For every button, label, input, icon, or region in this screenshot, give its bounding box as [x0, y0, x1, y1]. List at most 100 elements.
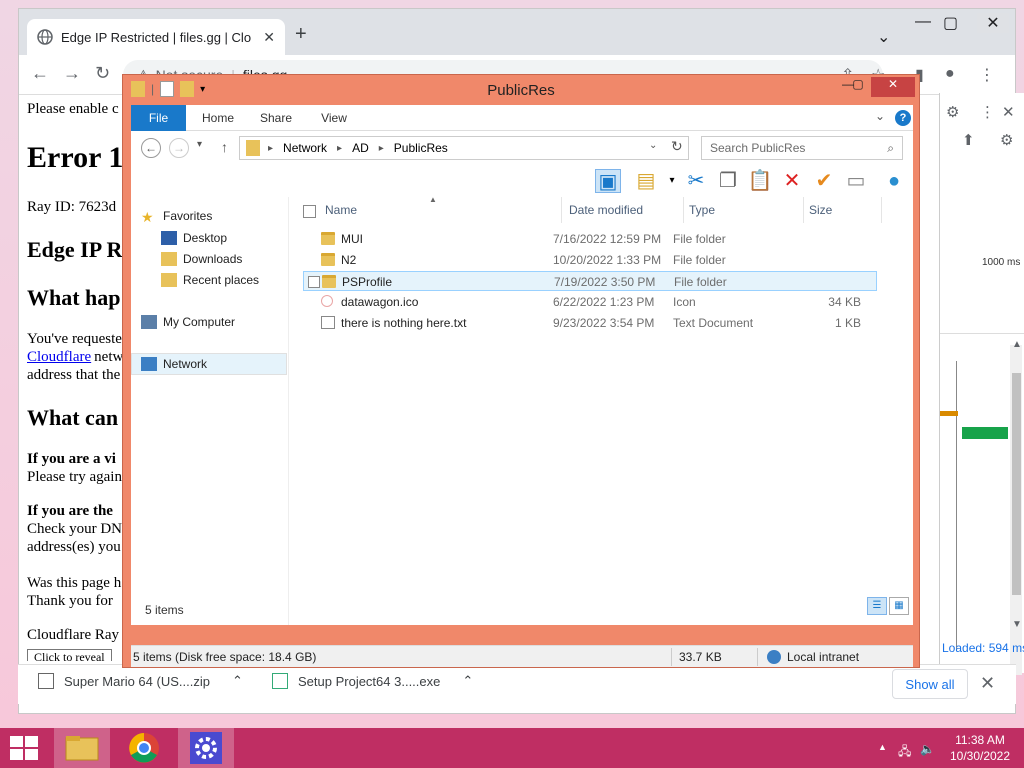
search-box[interactable]: Search PublicRes ⌕ — [701, 136, 903, 160]
column-header-type[interactable]: Type — [689, 203, 715, 217]
delete-icon[interactable]: ✕ — [779, 169, 805, 193]
explorer-titlebar[interactable]: | ▾ PublicRes — ▢ ✕ — [123, 75, 919, 105]
preview-pane-icon[interactable]: ▣ — [595, 169, 621, 193]
breadcrumb-network[interactable]: Network — [283, 141, 327, 155]
minimize-button[interactable]: — — [915, 13, 931, 31]
chevron-up-icon[interactable]: ⌃ — [232, 673, 243, 689]
column-header-size[interactable]: Size — [809, 203, 832, 217]
chrome-menu-icon[interactable]: ⋮ — [979, 65, 995, 85]
column-header-name[interactable]: Name — [325, 203, 357, 217]
dropdown-icon[interactable]: ▾ — [659, 169, 685, 193]
new-tab-button[interactable]: + — [295, 23, 307, 46]
globe-icon[interactable]: ● — [881, 169, 907, 193]
column-separator[interactable] — [881, 197, 882, 223]
scrollbar-thumb[interactable] — [1012, 373, 1021, 595]
computer-icon — [141, 315, 157, 329]
download-item[interactable]: Setup Project64 3.....exe ⌃ — [272, 673, 473, 689]
taskbar-chrome[interactable] — [116, 728, 172, 768]
back-icon[interactable]: ← — [141, 138, 161, 158]
forward-icon[interactable]: → — [63, 63, 81, 84]
recent-locations-icon[interactable]: ▾ — [197, 139, 202, 150]
profile-icon[interactable]: ● — [945, 65, 955, 83]
file-size: 34 KB — [828, 295, 861, 309]
maximize-button[interactable]: ▢ — [943, 13, 958, 33]
tab-home[interactable]: Home — [193, 105, 243, 131]
explorer-maximize-button[interactable]: ▢ — [843, 77, 873, 97]
file-row-selected[interactable]: PSProfile 7/19/2022 3:50 PM File folder — [303, 271, 877, 291]
close-window-button[interactable]: ✕ — [977, 13, 1009, 33]
browser-tab[interactable]: Edge IP Restricted | files.gg | Clo ✕ — [27, 19, 285, 55]
scroll-down-icon[interactable]: ▼ — [1012, 619, 1022, 630]
tray-chevron-icon[interactable]: ▲ — [878, 742, 887, 752]
reload-icon[interactable]: ↻ — [95, 63, 110, 84]
reveal-button[interactable]: Click to reveal — [27, 649, 112, 661]
nav-network[interactable]: Network — [141, 357, 207, 371]
taskbar-explorer[interactable] — [54, 728, 110, 768]
column-separator[interactable] — [683, 197, 684, 223]
tab-file[interactable]: File — [131, 105, 186, 131]
tab-share[interactable]: Share — [251, 105, 301, 131]
file-row[interactable]: there is nothing here.txt 9/23/2022 3:54… — [303, 313, 877, 333]
nav-my-computer[interactable]: My Computer — [141, 315, 235, 329]
devtools-menu-icon[interactable]: ⋮ — [980, 103, 995, 121]
file-name: N2 — [341, 253, 357, 267]
nav-recent-places[interactable]: Recent places — [161, 273, 259, 287]
address-bar[interactable]: ▸ Network ▸ AD ▸ PublicRes — [239, 136, 689, 160]
address-dropdown-icon[interactable]: ⌄ — [649, 140, 657, 151]
network-tray-icon[interactable]: 🖧 — [898, 742, 911, 763]
file-row[interactable]: datawagon.ico 6/22/2022 1:23 PM Icon 34 … — [303, 292, 877, 312]
divider — [671, 648, 672, 666]
nav-downloads[interactable]: Downloads — [161, 252, 242, 266]
select-all-checkbox[interactable] — [303, 205, 316, 218]
volume-icon[interactable]: 🔈 — [920, 742, 935, 756]
chrome-tabbar: Edge IP Restricted | files.gg | Clo ✕ + … — [19, 9, 1015, 55]
up-arrow-icon[interactable]: ↑ — [221, 139, 228, 155]
help-icon[interactable]: ? — [895, 110, 911, 126]
checkmark-icon[interactable]: ✔ — [811, 169, 837, 193]
back-icon[interactable]: ← — [31, 63, 49, 84]
breadcrumb-ad[interactable]: AD — [352, 141, 369, 155]
cut-icon[interactable]: ✂ — [683, 169, 709, 193]
rename-icon[interactable]: ▭ — [843, 169, 869, 193]
download-item[interactable]: Super Mario 64 (US....zip ⌃ — [38, 673, 243, 689]
properties-icon[interactable]: ▤ — [633, 169, 659, 193]
close-download-bar-icon[interactable]: ✕ — [980, 673, 995, 694]
devtools-close-icon[interactable]: ✕ — [1002, 103, 1015, 121]
details-view-icon[interactable]: ☰ — [867, 597, 887, 615]
column-separator[interactable] — [561, 197, 562, 223]
file-row[interactable]: MUI 7/16/2022 12:59 PM File folder — [303, 229, 877, 249]
refresh-icon[interactable]: ↻ — [671, 138, 683, 155]
settings-gear-icon[interactable]: ⚙ — [946, 103, 959, 121]
explorer-close-button[interactable]: ✕ — [871, 77, 915, 97]
file-name: there is nothing here.txt — [341, 316, 467, 330]
cloudflare-link[interactable]: Cloudflare — [27, 349, 91, 365]
copy-icon[interactable]: ❐ — [715, 169, 741, 193]
heading-what-can: What can — [27, 405, 119, 430]
navigation-pane: ★ Favorites Desktop Downloads Recent pla… — [131, 197, 289, 625]
taskbar-settings[interactable] — [178, 728, 234, 768]
row-checkbox[interactable] — [308, 276, 320, 288]
close-tab-icon[interactable]: ✕ — [263, 29, 275, 46]
nav-favorites[interactable]: ★ Favorites — [141, 209, 212, 225]
column-separator[interactable] — [803, 197, 804, 223]
show-all-button[interactable]: Show all — [892, 669, 968, 699]
taskbar-clock[interactable]: 11:38 AM 10/30/2022 — [940, 732, 1020, 764]
tab-view[interactable]: View — [309, 105, 359, 131]
network-settings-icon[interactable]: ⚙ — [1000, 131, 1013, 149]
forward-icon[interactable]: → — [169, 138, 189, 158]
paste-icon[interactable]: 📋 — [747, 169, 773, 193]
folder-icon — [322, 275, 336, 288]
scroll-up-icon[interactable]: ▲ — [1012, 339, 1022, 350]
start-button[interactable] — [10, 736, 40, 760]
tab-search-icon[interactable]: ⌄ — [877, 27, 890, 47]
nav-label: Downloads — [183, 252, 243, 266]
nav-desktop[interactable]: Desktop — [161, 231, 227, 245]
file-row[interactable]: N2 10/20/2022 1:33 PM File folder — [303, 250, 877, 270]
large-icons-view-icon[interactable]: ▦ — [889, 597, 909, 615]
column-header-date[interactable]: Date modified — [569, 203, 643, 217]
chevron-up-icon[interactable]: ⌃ — [462, 673, 473, 689]
upload-icon[interactable]: ⬆ — [962, 131, 975, 149]
desktop-icon — [161, 231, 177, 245]
breadcrumb-publicres[interactable]: PublicRes — [394, 141, 448, 155]
expand-ribbon-icon[interactable]: ⌄ — [875, 109, 885, 123]
